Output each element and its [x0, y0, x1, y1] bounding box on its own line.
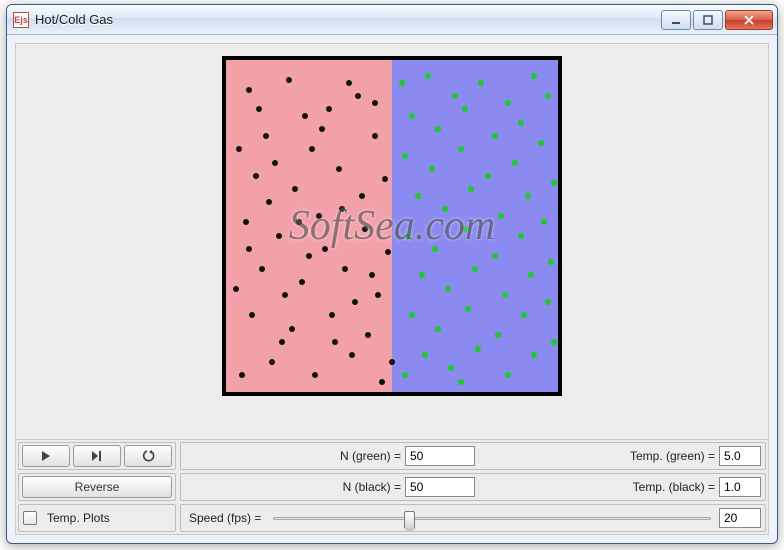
- green-particle: [512, 160, 518, 166]
- green-particle: [445, 286, 451, 292]
- black-particle: [246, 87, 252, 93]
- green-particle: [492, 133, 498, 139]
- temp-black-label: Temp. (black) =: [629, 480, 719, 494]
- black-particle: [316, 213, 322, 219]
- temp-green-input[interactable]: 5.0: [719, 446, 761, 466]
- green-particle: [429, 166, 435, 172]
- temp-black-input[interactable]: 1.0: [719, 477, 761, 497]
- cold-region: [392, 60, 558, 392]
- green-particle: [518, 120, 524, 126]
- green-particle: [518, 233, 524, 239]
- green-particle: [409, 113, 415, 119]
- green-particle: [462, 226, 468, 232]
- black-particle: [259, 266, 265, 272]
- application-window: Ejs Hot/Cold Gas SoftSea.com: [6, 4, 778, 544]
- green-particle: [405, 233, 411, 239]
- simulation-box[interactable]: [222, 56, 562, 396]
- green-particle: [399, 80, 405, 86]
- green-particle: [415, 193, 421, 199]
- n-green-input[interactable]: 50: [405, 446, 475, 466]
- green-particle: [505, 100, 511, 106]
- black-particle: [243, 219, 249, 225]
- black-particle: [336, 166, 342, 172]
- temp-plots-label: Temp. Plots: [43, 511, 114, 525]
- green-particle: [505, 372, 511, 378]
- green-params-panel: N (green) = 50 Temp. (green) = 5.0: [180, 442, 766, 470]
- green-particle: [432, 246, 438, 252]
- n-black-label: N (black) =: [339, 480, 405, 494]
- black-particle: [379, 379, 385, 385]
- temp-plots-checkbox[interactable]: [23, 511, 37, 525]
- reverse-button[interactable]: Reverse: [22, 476, 172, 498]
- speed-slider[interactable]: [273, 508, 711, 528]
- reverse-button-label: Reverse: [75, 480, 120, 494]
- step-button[interactable]: [73, 445, 121, 467]
- client-area: SoftSea.com N (green): [15, 43, 769, 535]
- window-title: Hot/Cold Gas: [35, 12, 661, 27]
- n-black-input[interactable]: 50: [405, 477, 475, 497]
- green-particle: [492, 253, 498, 259]
- black-particle: [346, 80, 352, 86]
- reset-button[interactable]: [124, 445, 172, 467]
- slider-thumb[interactable]: [404, 511, 415, 529]
- black-particle: [263, 133, 269, 139]
- green-particle: [442, 206, 448, 212]
- black-particle: [246, 246, 252, 252]
- titlebar[interactable]: Ejs Hot/Cold Gas: [7, 5, 777, 35]
- black-particle: [276, 233, 282, 239]
- black-particle: [349, 352, 355, 358]
- speed-input[interactable]: 20: [719, 508, 761, 528]
- play-button[interactable]: [22, 445, 70, 467]
- black-particle: [269, 359, 275, 365]
- playback-buttons: [18, 442, 176, 470]
- green-particle: [545, 299, 551, 305]
- speed-panel: Speed (fps) = 20: [180, 504, 766, 532]
- maximize-button[interactable]: [693, 10, 723, 30]
- n-green-label: N (green) =: [336, 449, 405, 463]
- black-particle: [289, 326, 295, 332]
- speed-label: Speed (fps) =: [185, 511, 265, 525]
- temp-plots-panel: Temp. Plots: [18, 504, 176, 532]
- black-particle: [279, 339, 285, 345]
- close-button[interactable]: [725, 10, 773, 30]
- controls-panel: N (green) = 50 Temp. (green) = 5.0 Rever…: [16, 439, 768, 534]
- green-particle: [452, 93, 458, 99]
- simulation-area: SoftSea.com: [16, 44, 768, 439]
- reset-icon: [141, 450, 155, 462]
- green-particle: [435, 326, 441, 332]
- green-particle: [502, 292, 508, 298]
- black-particle: [372, 100, 378, 106]
- temp-green-label: Temp. (green) =: [626, 449, 719, 463]
- app-icon: Ejs: [13, 12, 29, 28]
- green-particle: [409, 312, 415, 318]
- green-particle: [538, 140, 544, 146]
- green-particle: [545, 93, 551, 99]
- black-particle: [306, 253, 312, 259]
- black-particle: [286, 77, 292, 83]
- play-icon: [41, 450, 51, 462]
- black-params-panel: N (black) = 50 Temp. (black) = 1.0: [180, 473, 766, 501]
- green-particle: [402, 153, 408, 159]
- green-particle: [551, 180, 557, 186]
- black-particle: [342, 266, 348, 272]
- black-particle: [359, 193, 365, 199]
- green-particle: [472, 266, 478, 272]
- step-icon: [91, 450, 103, 462]
- black-particle: [233, 286, 239, 292]
- green-particle: [465, 306, 471, 312]
- minimize-button[interactable]: [661, 10, 691, 30]
- reverse-panel: Reverse: [18, 473, 176, 501]
- green-particle: [402, 372, 408, 378]
- green-particle: [498, 213, 504, 219]
- black-particle: [253, 173, 259, 179]
- black-particle: [389, 359, 395, 365]
- green-particle: [485, 173, 491, 179]
- green-particle: [475, 346, 481, 352]
- green-particle: [525, 193, 531, 199]
- black-particle: [339, 206, 345, 212]
- green-particle: [422, 352, 428, 358]
- slider-track: [273, 517, 711, 520]
